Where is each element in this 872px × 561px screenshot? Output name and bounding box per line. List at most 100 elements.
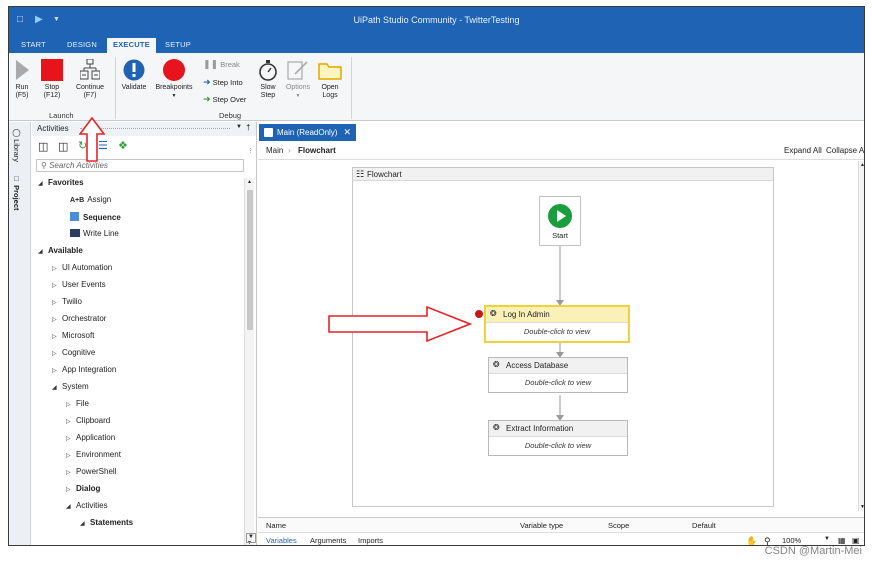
tree-node-file[interactable]: ▷ File — [66, 399, 89, 408]
collapse-all-icon[interactable]: ◫ — [58, 140, 68, 153]
search-activities-input[interactable]: ⚲ Search Activities — [36, 159, 244, 172]
collapsed-icon[interactable]: ▷ — [66, 469, 76, 476]
slow-step-button[interactable]: Slow Step — [257, 59, 279, 100]
column-variable-type[interactable]: Variable type — [520, 521, 563, 530]
expand-all-link[interactable]: Expand All — [784, 146, 822, 155]
activity-extract-information[interactable]: ❂ Extract Information Double-click to vi… — [488, 420, 628, 456]
project-tab[interactable]: □ Project — [12, 174, 21, 211]
pin-icon[interactable]: † — [246, 123, 250, 132]
scroll-up-icon[interactable]: ▲ — [860, 162, 864, 168]
tree-node-statements[interactable]: ◢ Statements — [80, 518, 133, 527]
tree-node-orchestrator[interactable]: ▷ Orchestrator — [52, 314, 106, 323]
collapsed-icon[interactable]: ▷ — [66, 418, 76, 425]
breakpoints-dropdown-icon[interactable]: ▼ — [172, 93, 177, 99]
tab-execute[interactable]: EXECUTE — [107, 38, 156, 53]
column-name[interactable]: Name — [266, 521, 286, 530]
panel-resize-handle[interactable]: ⋮ — [248, 148, 253, 154]
expanded-icon[interactable]: ◢ — [66, 503, 76, 510]
tree-node-application[interactable]: ▷ Application — [66, 433, 115, 442]
tree-item-write-line[interactable]: Write Line — [70, 229, 119, 238]
column-default[interactable]: Default — [692, 521, 716, 530]
fit-screen-icon[interactable]: ▦ — [838, 536, 846, 545]
overview-icon[interactable]: ▣ — [852, 536, 860, 545]
step-into-button[interactable]: ➜ Step Into — [203, 77, 243, 88]
tree-node-user-events[interactable]: ▷ User Events — [52, 280, 106, 289]
scroll-down-icon[interactable]: ▼ — [860, 504, 864, 510]
tree-node-powershell[interactable]: ▷ PowerShell — [66, 467, 116, 476]
collapsed-icon[interactable]: ▷ — [66, 401, 76, 408]
collapsed-icon[interactable]: ▷ — [52, 350, 62, 357]
expand-all-icon[interactable]: ◫ — [38, 140, 48, 153]
tree-node-twilio[interactable]: ▷ Twilio — [52, 297, 82, 306]
package-icon[interactable]: ❖ — [118, 139, 128, 152]
break-button[interactable]: ❚❚ Break — [203, 59, 240, 70]
run-button[interactable]: Run (F5) — [13, 59, 31, 100]
collapse-all-link[interactable]: Collapse All — [826, 146, 864, 155]
library-tab[interactable]: ◯ Library — [12, 128, 21, 162]
breakpoints-button[interactable]: Breakpoints ▼ — [152, 59, 196, 100]
slow-step-label-2: Step — [260, 92, 276, 99]
expanded-icon[interactable]: ◢ — [38, 180, 48, 187]
designer-scrollbar[interactable]: ▲ ▼ — [858, 161, 864, 511]
column-scope[interactable]: Scope — [608, 521, 629, 530]
variables-header: Name Variable type Scope Default — [258, 517, 864, 531]
tab-imports[interactable]: Imports — [358, 536, 383, 545]
tab-design[interactable]: DESIGN — [61, 38, 103, 53]
collapsed-icon[interactable]: ▷ — [52, 282, 62, 289]
expanded-icon[interactable]: ◢ — [52, 384, 62, 391]
tab-variables[interactable]: Variables — [266, 536, 297, 545]
tree-node-microsoft[interactable]: ▷ Microsoft — [52, 331, 94, 340]
zoom-level[interactable]: 100% — [782, 536, 801, 545]
expanded-icon[interactable]: ◢ — [38, 248, 48, 255]
collapsed-icon[interactable]: ▷ — [66, 435, 76, 442]
stop-button[interactable]: Stop (F12) — [37, 59, 67, 100]
tree-item-sequence[interactable]: Sequence — [70, 212, 121, 222]
tab-start[interactable]: START — [15, 38, 52, 53]
activities-scrollbar[interactable]: ▲ ▼ — [244, 178, 254, 545]
tree-node-system[interactable]: ◢ System — [52, 382, 89, 391]
tree-node-available[interactable]: ◢ Available — [38, 246, 83, 255]
tree-node-dialog[interactable]: ▷ Dialog — [66, 484, 100, 493]
options-dropdown-icon[interactable]: ▼ — [296, 93, 301, 99]
panel-dropdown-icon[interactable]: ▼ — [236, 124, 242, 130]
tree-label: Clipboard — [76, 416, 111, 425]
zoom-dropdown-icon[interactable]: ▼ — [824, 536, 830, 542]
tab-setup[interactable]: SETUP — [159, 38, 197, 53]
collapsed-icon[interactable]: ▷ — [52, 316, 62, 323]
tree-item-assign[interactable]: A+B Assign — [70, 195, 111, 204]
breadcrumb-flowchart[interactable]: Flowchart — [298, 146, 336, 155]
library-icon: ◯ — [12, 128, 21, 137]
activity-log-in-admin[interactable]: ❂ Log In Admin Double-click to view — [475, 305, 630, 343]
breadcrumb-main[interactable]: Main — [266, 146, 283, 155]
doc-tab-main[interactable]: Main (ReadOnly) ✕ — [259, 124, 356, 141]
tab-arguments[interactable]: Arguments — [310, 536, 346, 545]
tree-label: Cognitive — [62, 348, 96, 357]
collapsed-icon[interactable]: ▷ — [66, 486, 76, 493]
activity-access-database[interactable]: ❂ Access Database Double-click to view — [488, 357, 628, 393]
continue-button[interactable]: Continue (F7) — [71, 59, 109, 100]
collapsed-icon[interactable]: ▷ — [52, 333, 62, 340]
tree-node-activities[interactable]: ◢ Activities — [66, 501, 108, 510]
step-over-button[interactable]: ➜ Step Over — [203, 94, 246, 105]
collapsed-icon[interactable]: ▷ — [66, 452, 76, 459]
tree-node-ui-automation[interactable]: ▷ UI Automation — [52, 263, 112, 272]
validate-button[interactable]: Validate — [119, 59, 149, 92]
tree-node-clipboard[interactable]: ▷ Clipboard — [66, 416, 110, 425]
options-button[interactable]: Options ▼ — [283, 59, 313, 100]
breakpoint-icon[interactable] — [475, 310, 483, 318]
hand-icon[interactable]: ✋ — [746, 536, 757, 545]
collapsed-icon[interactable]: ▷ — [52, 367, 62, 374]
tree-node-favorites[interactable]: ◢ Favorites — [38, 178, 84, 187]
scrollbar-thumb[interactable] — [247, 190, 253, 330]
tree-node-cognitive[interactable]: ▷ Cognitive — [52, 348, 95, 357]
left-panel-toggle[interactable]: ▼ — [246, 533, 256, 543]
expanded-icon[interactable]: ◢ — [80, 520, 90, 527]
open-logs-button[interactable]: Open Logs — [317, 59, 343, 100]
tree-node-app-integration[interactable]: ▷ App Integration — [52, 365, 116, 374]
close-icon[interactable]: ✕ — [343, 127, 351, 138]
tree-node-environment[interactable]: ▷ Environment — [66, 450, 121, 459]
collapsed-icon[interactable]: ▷ — [52, 265, 62, 272]
scroll-up-icon[interactable]: ▲ — [247, 179, 252, 185]
tree-label: Assign — [87, 195, 112, 204]
collapsed-icon[interactable]: ▷ — [52, 299, 62, 306]
